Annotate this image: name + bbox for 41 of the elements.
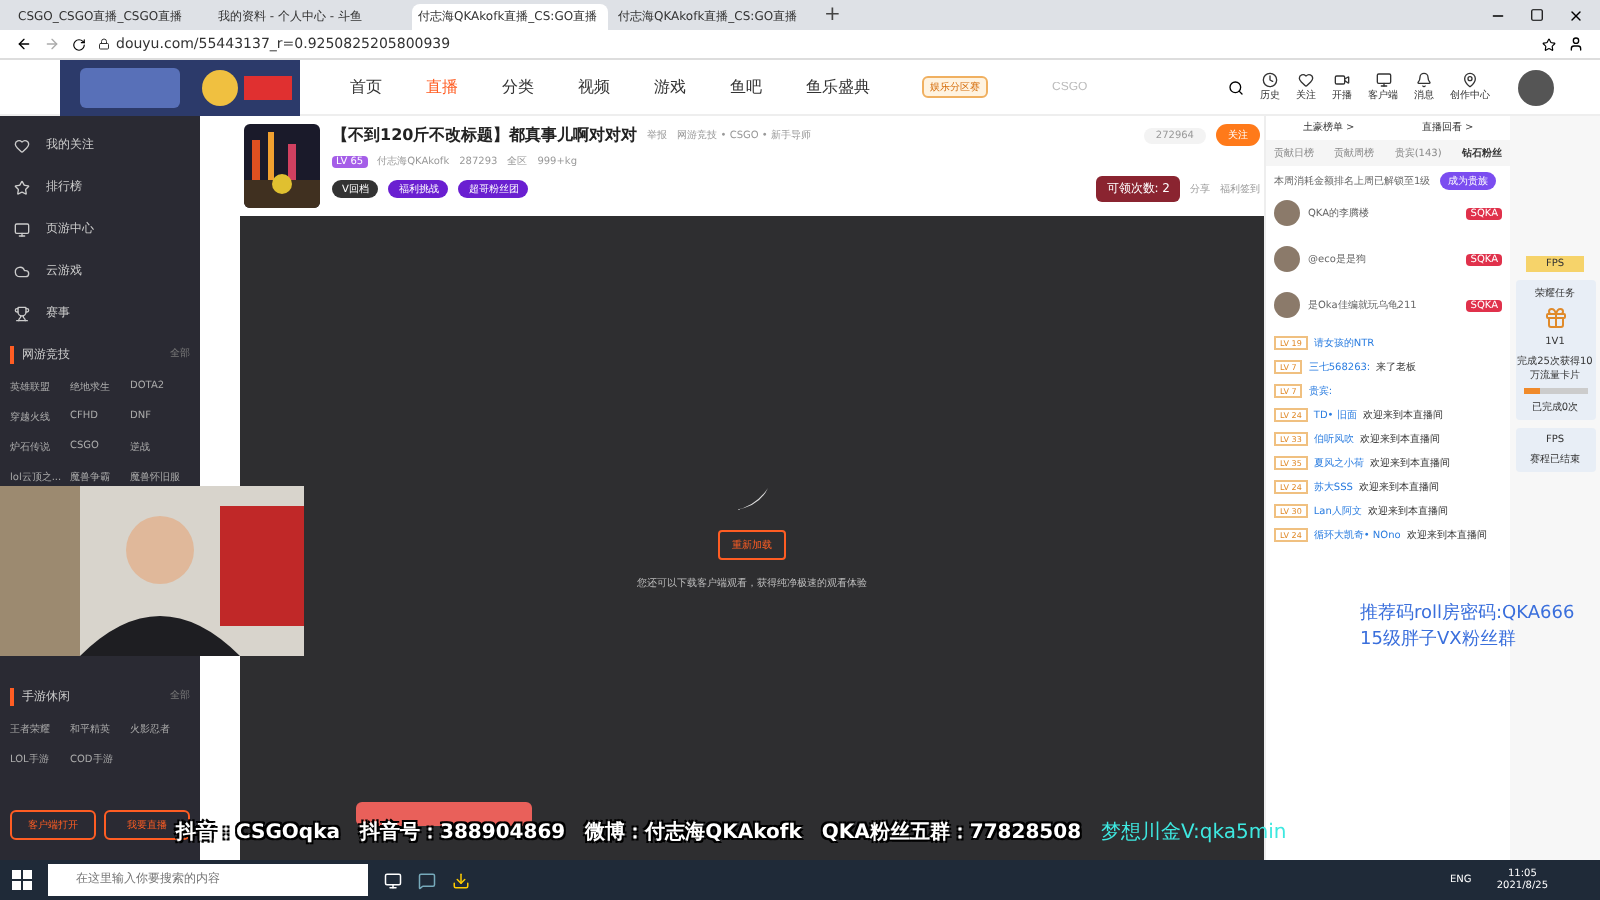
lock-icon — [98, 38, 110, 50]
overlay-text: 15级胖子VX粉丝群 — [1360, 627, 1518, 652]
trophy-icon — [14, 305, 30, 321]
avatar — [1274, 246, 1300, 272]
gift-icon — [1543, 306, 1567, 330]
nav-link[interactable]: 视频 — [578, 76, 610, 98]
pin-icon[interactable] — [1462, 72, 1478, 88]
stream-title: 【不到120斤不改标题】都真事儿啊对对对 — [332, 124, 638, 146]
cloud-icon — [14, 263, 30, 279]
clock-icon[interactable] — [1262, 72, 1278, 88]
nav-link[interactable]: 鱼乐盛典 — [806, 76, 870, 98]
profile-icon[interactable] — [1568, 36, 1584, 52]
chat-icon[interactable] — [418, 871, 436, 889]
monitor-icon — [14, 221, 30, 237]
nav-link[interactable]: 首页 — [350, 76, 382, 98]
search-icon[interactable] — [1228, 79, 1244, 95]
video-icon[interactable] — [1334, 72, 1350, 88]
maximize-icon[interactable] — [1530, 7, 1544, 21]
avatar[interactable] — [1518, 69, 1554, 105]
avatar — [1274, 292, 1300, 318]
nav-link[interactable]: 游戏 — [654, 76, 686, 98]
nav-link[interactable]: 鱼吧 — [730, 76, 762, 98]
overlay-text: 抖音号：388904869 — [360, 818, 566, 846]
bell-icon[interactable] — [1416, 72, 1432, 88]
heart-icon[interactable] — [1298, 72, 1314, 88]
new-tab-button[interactable]: + — [812, 4, 853, 26]
overlay-text: 微博：付志海QKAkofk — [585, 819, 802, 846]
star-icon[interactable] — [1542, 37, 1556, 51]
monitor-icon[interactable] — [384, 871, 402, 889]
close-icon[interactable] — [1568, 7, 1584, 23]
reload-icon[interactable] — [72, 37, 86, 51]
download-icon[interactable] — [452, 871, 470, 889]
monitor-icon[interactable] — [1375, 72, 1391, 88]
avatar — [1274, 200, 1300, 226]
start-icon[interactable] — [12, 870, 32, 890]
back-icon[interactable] — [16, 36, 32, 52]
overlay-text: 推荐码roll房密码:QKA666 — [1360, 601, 1575, 626]
heart-icon — [14, 137, 30, 153]
overlay-text: QKA粉丝五群：77828508 — [821, 819, 1082, 846]
nav-link[interactable]: 分类 — [502, 76, 534, 98]
star-icon — [14, 179, 30, 195]
